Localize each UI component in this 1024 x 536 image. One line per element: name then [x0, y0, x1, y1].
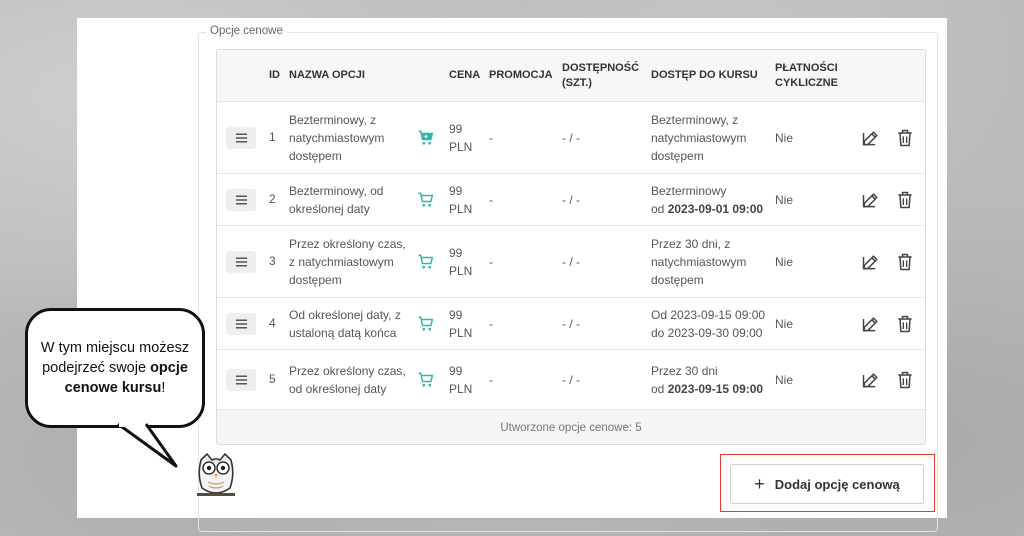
section-legend: Opcje cenowe [206, 25, 287, 37]
edit-icon[interactable] [861, 314, 881, 334]
option-price: 99 PLN [449, 122, 473, 154]
callout-bubble: W tym miejscu możesz podejrzeć swoje opc… [25, 308, 205, 428]
col-price: CENA [449, 69, 481, 81]
col-promo: PROMOCJA [489, 69, 553, 81]
option-availability: - / - [562, 317, 580, 331]
table-footer: Utworzone opcje cenowe: 5 [217, 410, 925, 444]
option-id: 4 [269, 316, 276, 330]
option-price: 99 PLN [449, 364, 473, 396]
option-access: Przez 30 dni od 2023-09-15 09:00 [651, 364, 764, 396]
trash-icon[interactable] [895, 314, 915, 334]
cart-icon [417, 315, 435, 333]
edit-icon[interactable] [861, 370, 881, 390]
option-id: 3 [269, 254, 276, 268]
option-price: 99 PLN [449, 246, 473, 278]
option-access: Przez 30 dni, z natychmiastowym dostępem [651, 237, 747, 287]
option-access: Od 2023-09-15 09:00 do 2023-09-30 09:00 [651, 308, 766, 340]
col-name: NAZWA OPCJI [289, 69, 365, 81]
option-promo: - [489, 193, 493, 207]
callout-text: W tym miejscu możesz podejrzeć swoje opc… [40, 340, 190, 396]
drag-handle-icon[interactable] [226, 127, 256, 149]
drag-handle-icon[interactable] [226, 313, 256, 335]
trash-icon[interactable] [895, 128, 915, 148]
col-availability: DOSTĘPNOŚĆ (SZT.) [562, 62, 640, 89]
option-availability: - / - [562, 193, 580, 207]
option-price: 99 PLN [449, 184, 473, 216]
owl-icon [197, 452, 235, 496]
option-recurring: Nie [775, 131, 794, 145]
option-name: Bezterminowy, z natychmiastowym dostępem [289, 113, 385, 163]
option-availability: - / - [562, 255, 580, 269]
option-access: Bezterminowy, z natychmiastowym dostępem [651, 113, 747, 163]
add-button-label: Dodaj opcję cenową [774, 476, 900, 492]
add-pricing-option-button[interactable]: + Dodaj opcję cenową [730, 464, 924, 504]
cart-icon [417, 191, 435, 209]
drag-handle-icon[interactable] [226, 189, 256, 211]
option-name: Przez określony czas, z natychmiastowym do… [289, 237, 406, 287]
option-price: 99 PLN [449, 308, 473, 340]
option-promo: - [489, 317, 493, 331]
trash-icon[interactable] [895, 252, 915, 272]
table-row: 4 Od określonej daty, z ustaloną datą końc… [217, 298, 925, 350]
options-count: Utworzone opcje cenowe: 5 [500, 422, 642, 434]
option-recurring: Nie [775, 255, 794, 269]
col-id: ID [269, 69, 280, 81]
option-id: 5 [269, 372, 276, 386]
table-row: 5 Przez określony czas, od określonej daty… [217, 350, 925, 410]
col-recurring: PŁATNOŚCI CYKLICZNE [775, 62, 838, 89]
option-availability: - / - [562, 373, 580, 387]
cart-icon [417, 253, 435, 271]
pricing-table: ID NAZWA OPCJI CENA PROMOCJA DOSTĘPNOŚĆ … [216, 49, 926, 445]
table-row: 3 Przez określony czas, z natychmiastowym d… [217, 226, 925, 298]
option-name: Od określonej daty, z ustaloną datą końca [289, 308, 401, 340]
plus-icon: + [754, 473, 765, 494]
edit-icon[interactable] [861, 190, 881, 210]
trash-icon[interactable] [895, 370, 915, 390]
option-recurring: Nie [775, 317, 794, 331]
option-id: 1 [269, 130, 276, 144]
option-promo: - [489, 255, 493, 269]
option-access: Bezterminowy od 2023-09-01 09:00 [651, 184, 764, 216]
table-row: 2 Bezterminowy, od określonej daty 99 PLN - - … [217, 174, 925, 226]
edit-icon[interactable] [861, 128, 881, 148]
table-header: ID NAZWA OPCJI CENA PROMOCJA DOSTĘPNOŚĆ … [217, 50, 925, 102]
option-name: Przez określony czas, od określonej daty [289, 364, 406, 396]
callout-tail [117, 420, 178, 468]
drag-handle-icon[interactable] [226, 369, 256, 391]
cart-icon [417, 129, 435, 147]
option-promo: - [489, 131, 493, 145]
table-row: 1 Bezterminowy, z natychmiastowym dostępem 9… [217, 102, 925, 174]
option-name: Bezterminowy, od określonej daty [289, 184, 384, 216]
option-promo: - [489, 373, 493, 387]
edit-icon[interactable] [861, 252, 881, 272]
col-access: DOSTĘP DO KURSU [651, 69, 758, 81]
option-availability: - / - [562, 131, 580, 145]
option-recurring: Nie [775, 373, 794, 387]
option-recurring: Nie [775, 193, 794, 207]
trash-icon[interactable] [895, 190, 915, 210]
cart-icon [417, 371, 435, 389]
drag-handle-icon[interactable] [226, 251, 256, 273]
option-id: 2 [269, 192, 276, 206]
